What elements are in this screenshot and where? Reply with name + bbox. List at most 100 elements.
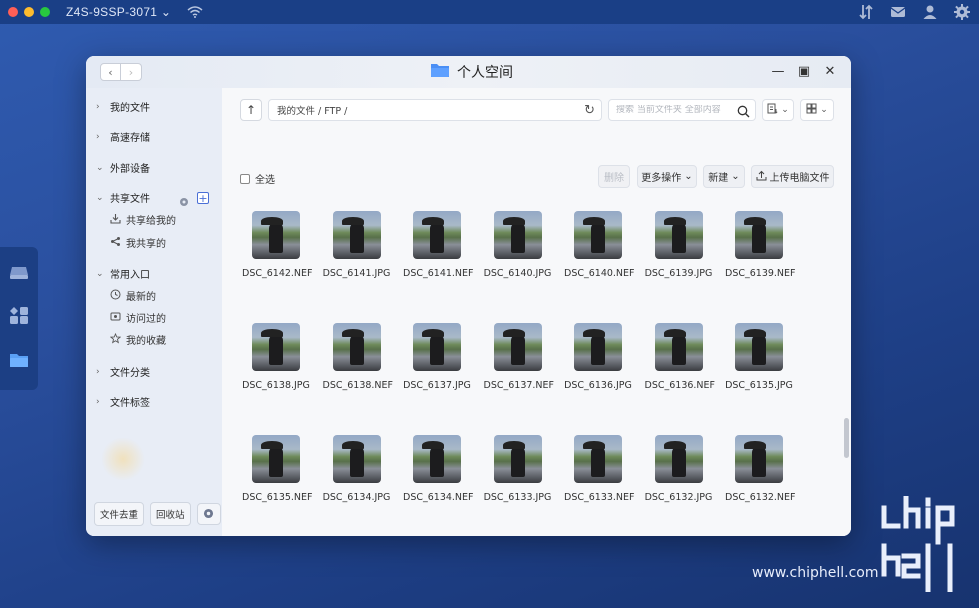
file-item[interactable]: DSC_6132.NEF <box>725 435 796 503</box>
dedupe-button[interactable]: 文件去重 <box>94 502 145 526</box>
file-item[interactable]: DSC_6132.JPG <box>645 435 713 503</box>
sidebar-item-visited[interactable]: 访问过的 <box>110 310 166 325</box>
file-item[interactable]: DSC_6133.JPG <box>484 435 552 503</box>
sidebar-item-common-entry[interactable]: ⌄ 常用入口 <box>96 266 150 282</box>
file-item[interactable]: DSC_6133.NEF <box>564 435 635 503</box>
file-thumbnail <box>493 211 542 259</box>
search-box[interactable] <box>608 99 756 121</box>
file-thumbnail <box>735 211 783 259</box>
file-thumbnail <box>493 435 542 483</box>
add-device-button[interactable]: + <box>197 192 209 204</box>
file-name: DSC_6139.NEF <box>725 268 796 279</box>
zoom-dot[interactable] <box>40 7 50 17</box>
file-item[interactable]: DSC_6140.JPG <box>484 211 552 279</box>
file-item[interactable]: DSC_6136.JPG <box>564 323 632 391</box>
sidebar-item-tags[interactable]: › 文件标签 <box>96 394 150 410</box>
file-item[interactable]: DSC_6134.JPG <box>323 435 391 503</box>
file-item[interactable]: DSC_6141.NEF <box>403 211 474 279</box>
app-dock <box>0 247 38 390</box>
sort-icon <box>767 103 778 117</box>
checkbox[interactable] <box>240 173 250 184</box>
file-item[interactable]: DSC_6139.NEF <box>725 211 796 279</box>
file-item[interactable]: DSC_6135.JPG <box>725 323 793 391</box>
file-item[interactable]: DSC_6137.NEF <box>484 323 554 391</box>
file-name: DSC_6139.JPG <box>644 268 713 279</box>
external-settings-icon[interactable] <box>178 193 190 212</box>
file-item[interactable]: DSC_6136.NEF <box>645 323 715 391</box>
minimize-icon[interactable]: — <box>771 64 785 79</box>
recycle-bin-button[interactable]: 回收站 <box>150 502 191 526</box>
search-icon[interactable] <box>737 103 750 122</box>
traffic-lights <box>8 7 50 17</box>
file-thumbnail <box>332 435 381 483</box>
decorative-blur <box>100 438 146 480</box>
parent-folder-button[interactable]: ↑ <box>240 99 262 121</box>
sidebar-item-label: 高速存储 <box>110 133 150 144</box>
file-name: DSC_6140.NEF <box>564 268 635 279</box>
new-button[interactable]: 新建 ⌄ <box>703 165 745 188</box>
scrollbar[interactable] <box>844 418 849 458</box>
sidebar-settings-button[interactable] <box>196 503 221 525</box>
file-item[interactable]: DSC_6138.JPG <box>242 323 310 391</box>
message-icon[interactable] <box>889 3 907 25</box>
transfer-icon[interactable] <box>857 3 875 25</box>
close-dot[interactable] <box>8 7 18 17</box>
file-thumbnail <box>413 435 461 483</box>
sidebar-item-favorites[interactable]: 我的收藏 <box>109 332 166 347</box>
sidebar-item-my-files[interactable]: › 我的文件 <box>96 99 150 115</box>
upload-icon <box>756 170 767 184</box>
file-thumbnail <box>654 323 703 371</box>
file-name: DSC_6138.NEF <box>322 380 394 391</box>
search-input[interactable] <box>616 105 734 115</box>
file-item[interactable]: DSC_6140.NEF <box>564 211 635 279</box>
sidebar-item-my-shares[interactable]: 我共享的 <box>110 235 166 250</box>
file-name: DSC_6135.JPG <box>725 380 793 391</box>
file-thumbnail <box>252 435 300 483</box>
select-all-checkbox[interactable]: 全选 <box>240 171 275 186</box>
file-item[interactable]: DSC_6141.JPG <box>323 211 391 279</box>
settings-gear-icon[interactable] <box>953 3 971 25</box>
storage-icon[interactable] <box>8 261 30 287</box>
sidebar-item-categories[interactable]: › 文件分类 <box>96 364 150 380</box>
chevron-right-icon: › <box>96 396 100 407</box>
eye-icon <box>110 311 121 325</box>
maximize-icon[interactable]: ▣ <box>797 64 811 79</box>
main-content: ↑ 我的文件 / FTP / ↻ ⌄ ⌄ 全选 删除 更多操作⌄ 新建⌄ 上传电… <box>222 88 851 536</box>
sort-button[interactable]: ⌄ <box>762 99 794 121</box>
folder-icon[interactable] <box>8 349 30 375</box>
file-item[interactable]: DSC_6134.NEF <box>403 435 474 503</box>
back-button[interactable]: ‹ <box>100 63 121 81</box>
refresh-icon[interactable]: ↻ <box>584 103 595 118</box>
user-icon[interactable] <box>921 3 939 25</box>
apps-icon[interactable] <box>8 305 30 331</box>
upload-button[interactable]: 上传电脑文件 <box>751 165 834 188</box>
share-out-icon <box>110 236 121 250</box>
sidebar-item-external-devices[interactable]: ⌄ 外部设备 <box>96 160 150 176</box>
close-icon[interactable]: ✕ <box>823 64 837 79</box>
file-item[interactable]: DSC_6137.JPG <box>403 323 471 391</box>
delete-button[interactable]: 删除 <box>598 165 630 188</box>
path-bar[interactable]: 我的文件 / FTP / ↻ <box>268 99 602 121</box>
minimize-dot[interactable] <box>24 7 34 17</box>
file-manager-window: ‹ › 个人空间 — ▣ ✕ › 我的文件 › 高速存储 ⌄ 外部设备 + ⌄ 共享文件… <box>86 56 851 536</box>
sidebar-item-shared[interactable]: ⌄ 共享文件 <box>96 190 150 206</box>
file-item[interactable]: DSC_6138.NEF <box>322 323 394 391</box>
file-name: DSC_6133.NEF <box>564 492 635 503</box>
file-thumbnail <box>413 323 461 371</box>
file-item[interactable]: DSC_6135.NEF <box>242 435 313 503</box>
forward-button[interactable]: › <box>121 63 142 81</box>
file-item[interactable]: DSC_6139.JPG <box>645 211 713 279</box>
more-actions-button[interactable]: 更多操作 ⌄ <box>637 165 697 188</box>
sidebar-item-shared-with-me[interactable]: 共享给我的 <box>110 212 176 227</box>
file-name: DSC_6141.JPG <box>322 268 391 279</box>
file-item[interactable]: DSC_6142.NEF <box>242 211 313 279</box>
sidebar-item-label: 常用入口 <box>110 270 150 281</box>
view-mode-button[interactable]: ⌄ <box>800 99 834 121</box>
chevron-left-icon: ‹ <box>108 65 113 79</box>
file-name: DSC_6136.JPG <box>564 380 632 391</box>
sidebar-item-recent[interactable]: 最新的 <box>110 288 156 303</box>
chevron-down-icon: ⌄ <box>820 105 828 115</box>
device-name-dropdown[interactable]: Z4S-9SSP-3071 ⌄ <box>66 5 171 19</box>
file-thumbnail <box>654 435 703 483</box>
sidebar-item-fast-storage[interactable]: › 高速存储 <box>96 129 150 145</box>
